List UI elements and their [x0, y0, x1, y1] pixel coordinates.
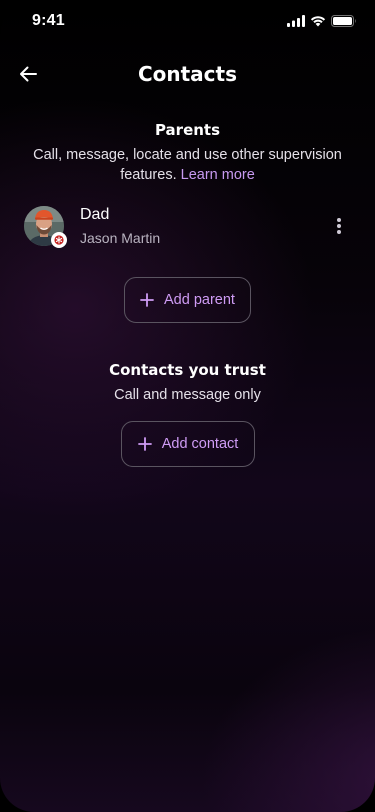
asterisk-badge-icon	[51, 232, 67, 248]
status-bar: 9:41	[0, 0, 375, 44]
status-icons	[287, 15, 357, 27]
trusted-section-description: Call and message only	[114, 387, 261, 403]
contact-full-name: Jason Martin	[80, 230, 161, 246]
more-vertical-icon	[336, 217, 342, 239]
learn-more-link[interactable]: Learn more	[181, 167, 255, 183]
add-contact-button[interactable]: Add contact	[121, 421, 255, 467]
parent-contact-row[interactable]: Dad Jason Martin	[0, 200, 375, 254]
add-contact-label: Add contact	[161, 436, 239, 452]
parents-section-title: Parents	[154, 121, 221, 139]
add-parent-button[interactable]: Add parent	[124, 277, 251, 323]
battery-icon	[331, 15, 357, 27]
page-title: Contacts	[137, 62, 238, 86]
plus-icon	[137, 437, 152, 451]
add-parent-label: Add parent	[164, 292, 235, 308]
wifi-icon	[310, 15, 326, 27]
parents-section-description: Call, message, locate and use other supe…	[20, 145, 355, 185]
status-time: 9:41	[32, 12, 65, 29]
signal-icon	[287, 15, 305, 27]
trusted-section-title: Contacts you trust	[109, 361, 266, 379]
header: Contacts	[0, 56, 375, 96]
phone-screen: 9:41 Contacts Parents Call, message, loc…	[0, 0, 375, 812]
more-options-button[interactable]	[329, 216, 349, 240]
contact-name: Dad	[80, 206, 110, 223]
plus-icon	[140, 293, 154, 307]
